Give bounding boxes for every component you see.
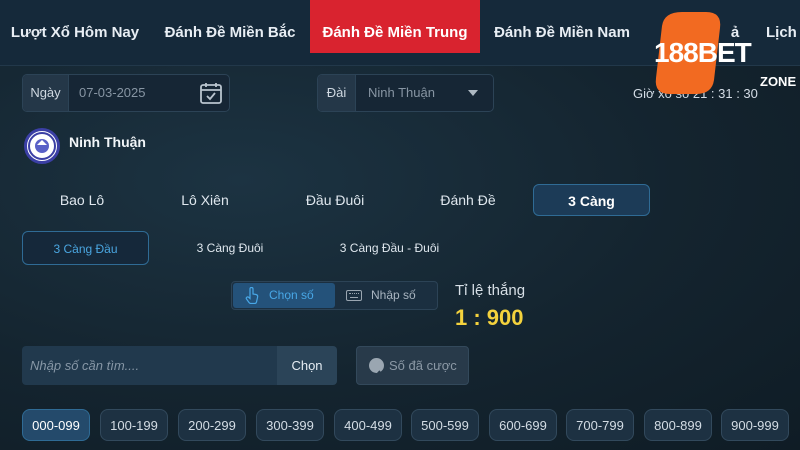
range-400-499[interactable]: 400-499 bbox=[334, 409, 402, 441]
tab-south[interactable]: Đánh Đề Miền Nam bbox=[487, 0, 637, 52]
station-select[interactable]: Đài Ninh Thuận bbox=[317, 74, 494, 112]
chevron-down-icon bbox=[468, 90, 478, 96]
station-value: Ninh Thuận bbox=[368, 85, 435, 100]
bet-numbers-label: Số đã cược bbox=[389, 358, 457, 373]
range-800-899[interactable]: 800-899 bbox=[644, 409, 712, 441]
hand-pointer-icon bbox=[245, 286, 259, 305]
tab-danh-de[interactable]: Đánh Đề bbox=[408, 184, 528, 216]
tab-today-draws[interactable]: Lượt Xổ Hôm Nay bbox=[0, 0, 150, 52]
range-600-699[interactable]: 600-699 bbox=[489, 409, 557, 441]
pick-number-label: Chọn số bbox=[269, 288, 314, 302]
tab-dau-duoi[interactable]: Đầu Đuôi bbox=[275, 184, 395, 216]
station-logo bbox=[24, 128, 60, 164]
input-mode-toggle: Chọn số Nhập số bbox=[231, 281, 438, 310]
odds-value: 1 : 900 bbox=[455, 305, 524, 330]
range-200-299[interactable]: 200-299 bbox=[178, 409, 246, 441]
bet-numbers-button[interactable]: Số đã cược bbox=[356, 346, 469, 385]
check-circle-icon bbox=[369, 358, 384, 378]
range-900-999[interactable]: 900-999 bbox=[721, 409, 789, 441]
logo-sub-text: ZONE bbox=[760, 74, 797, 89]
tab-north[interactable]: Đánh Đề Miền Bắc bbox=[155, 0, 305, 52]
logo-brand-text: 188BET bbox=[654, 37, 752, 68]
range-500-599[interactable]: 500-599 bbox=[411, 409, 479, 441]
station-label: Đài bbox=[318, 75, 356, 111]
date-value: 07-03-2025 bbox=[79, 85, 146, 100]
keyboard-icon bbox=[346, 290, 362, 301]
range-300-399[interactable]: 300-399 bbox=[256, 409, 324, 441]
subtab-3-cang-dau-duoi[interactable]: 3 Càng Đầu - Đuôi bbox=[322, 231, 457, 265]
tab-3-cang[interactable]: 3 Càng bbox=[533, 184, 650, 216]
tab-lo-xien[interactable]: Lô Xiên bbox=[145, 184, 265, 216]
station-name: Ninh Thuận bbox=[69, 134, 146, 150]
search-number-input[interactable] bbox=[22, 346, 278, 385]
date-label: Ngày bbox=[23, 75, 69, 111]
brand-logo: 188BET ZONE bbox=[648, 8, 800, 108]
select-button[interactable]: Chọn bbox=[277, 346, 337, 385]
date-field[interactable]: Ngày 07-03-2025 bbox=[22, 74, 230, 112]
subtab-3-cang-duoi[interactable]: 3 Càng Đuôi bbox=[170, 231, 290, 265]
input-number-button[interactable]: Nhập số bbox=[338, 283, 437, 308]
calendar-icon[interactable] bbox=[199, 81, 223, 105]
tab-central[interactable]: Đánh Đề Miền Trung bbox=[310, 0, 480, 53]
pick-number-button[interactable]: Chọn số bbox=[233, 283, 335, 308]
range-100-199[interactable]: 100-199 bbox=[100, 409, 168, 441]
input-number-label: Nhập số bbox=[371, 288, 416, 302]
range-700-799[interactable]: 700-799 bbox=[566, 409, 634, 441]
odds-label: Tỉ lệ thắng bbox=[455, 282, 526, 299]
range-000-099[interactable]: 000-099 bbox=[22, 409, 90, 441]
tab-bao-lo[interactable]: Bao Lô bbox=[22, 184, 142, 216]
subtab-3-cang-dau[interactable]: 3 Càng Đầu bbox=[22, 231, 149, 265]
